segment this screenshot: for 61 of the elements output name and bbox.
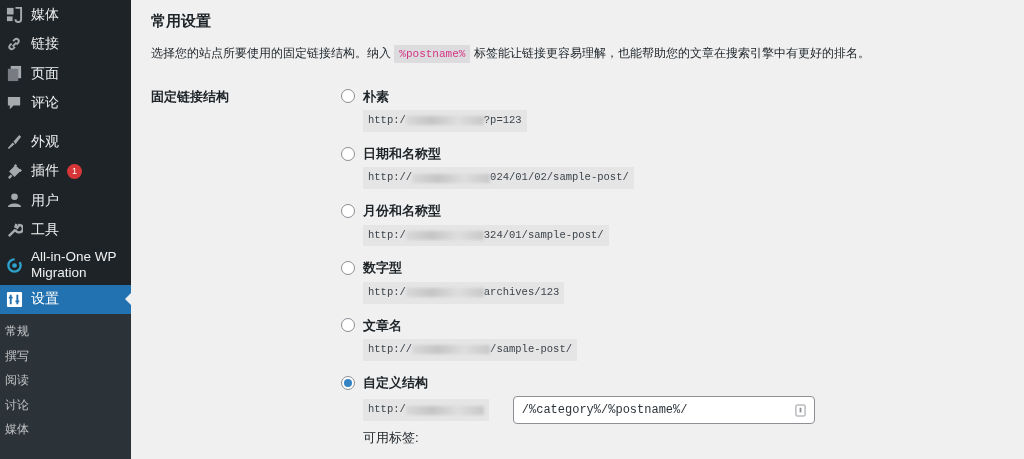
plug-icon (6, 162, 23, 180)
sidebar-item[interactable]: 媒体 (0, 0, 131, 30)
sidebar-item[interactable]: 外观 (0, 127, 131, 157)
count-badge: 1 (67, 163, 82, 179)
sliders-icon (6, 291, 23, 308)
page-icon (6, 65, 23, 83)
wrench-icon (6, 221, 23, 239)
sidebar-item[interactable]: 用户 (0, 186, 131, 216)
menu-label: 工具 (31, 221, 59, 240)
menu-label: 设置 (31, 290, 59, 309)
url-example: http:// /sample-post/ (363, 339, 578, 361)
sidebar-item[interactable]: 设置 (0, 285, 131, 314)
section-title: 常用设置 (151, 12, 212, 30)
option-label: 月份和名称型 (363, 202, 441, 220)
menu-label: 用户 (31, 191, 59, 210)
submenu-item[interactable]: 撰写 (0, 343, 131, 368)
option-label: 日期和名称型 (363, 144, 441, 163)
menu-label: 链接 (31, 35, 59, 54)
sidebar-item[interactable]: 评论 (0, 88, 131, 118)
url-example: http:/ (363, 399, 489, 422)
sidebar-item[interactable]: 工具 (0, 215, 131, 245)
option-label: 朴素 (363, 87, 389, 106)
radio-button[interactable] (341, 146, 355, 161)
submenu-item[interactable]: 阅读 (0, 368, 131, 393)
link-icon (6, 35, 23, 53)
submenu-item[interactable]: 媒体 (0, 417, 131, 442)
sidebar-item[interactable]: 插件 1 (0, 156, 131, 186)
radio-button[interactable] (341, 318, 355, 333)
radio-button[interactable] (341, 261, 355, 275)
radio-button[interactable] (341, 89, 355, 104)
url-example: http:/ ?p=123 (363, 110, 527, 132)
radio-button[interactable] (341, 375, 355, 390)
description-text: 选择您的站点所要使用的固定链接结构。纳入 %postname% 标签能让链接更容易理解，也能帮助您的文章在搜索引擎中有更好的排名。 (151, 44, 1004, 63)
menu-label: All-in-One WP Migration (31, 248, 118, 282)
radio-button[interactable] (341, 203, 355, 218)
ring-icon (6, 256, 23, 274)
current-arrow-icon (125, 293, 131, 305)
code-tag: %postname% (394, 45, 471, 63)
sidebar-item[interactable]: All-in-One WP Migration (0, 245, 131, 285)
user-icon (6, 192, 23, 210)
submenu-item[interactable]: 常规 (0, 319, 131, 344)
option-label: 自定义结构 (363, 373, 428, 392)
sidebar-item[interactable]: 链接 (0, 29, 131, 59)
menu-label: 媒体 (31, 5, 59, 24)
option-label: 数字型 (363, 259, 402, 278)
menu-label: 外观 (31, 132, 59, 151)
menu-label: 插件 (31, 162, 59, 181)
brush-icon (6, 133, 23, 151)
menu-label: 页面 (31, 64, 59, 83)
url-example: http:/ archives/123 (363, 281, 565, 304)
url-example: http:// 024/01/02/sample-post/ (363, 167, 634, 189)
available-tags-label: 可用标签: (363, 429, 420, 448)
url-example: http:/ 324/01/sample-post/ (363, 224, 609, 247)
menu-label: 评论 (31, 94, 59, 113)
structure-input[interactable]: /%category%/%postname%/ (512, 396, 815, 425)
sidebar-item[interactable]: 页面 (0, 59, 131, 89)
setting-label: 固定链接结构 (151, 87, 230, 106)
clipboard-icon[interactable] (794, 404, 806, 418)
media-icon (6, 6, 23, 24)
submenu-item[interactable]: 讨论 (0, 392, 131, 417)
option-label: 文章名 (363, 316, 402, 335)
